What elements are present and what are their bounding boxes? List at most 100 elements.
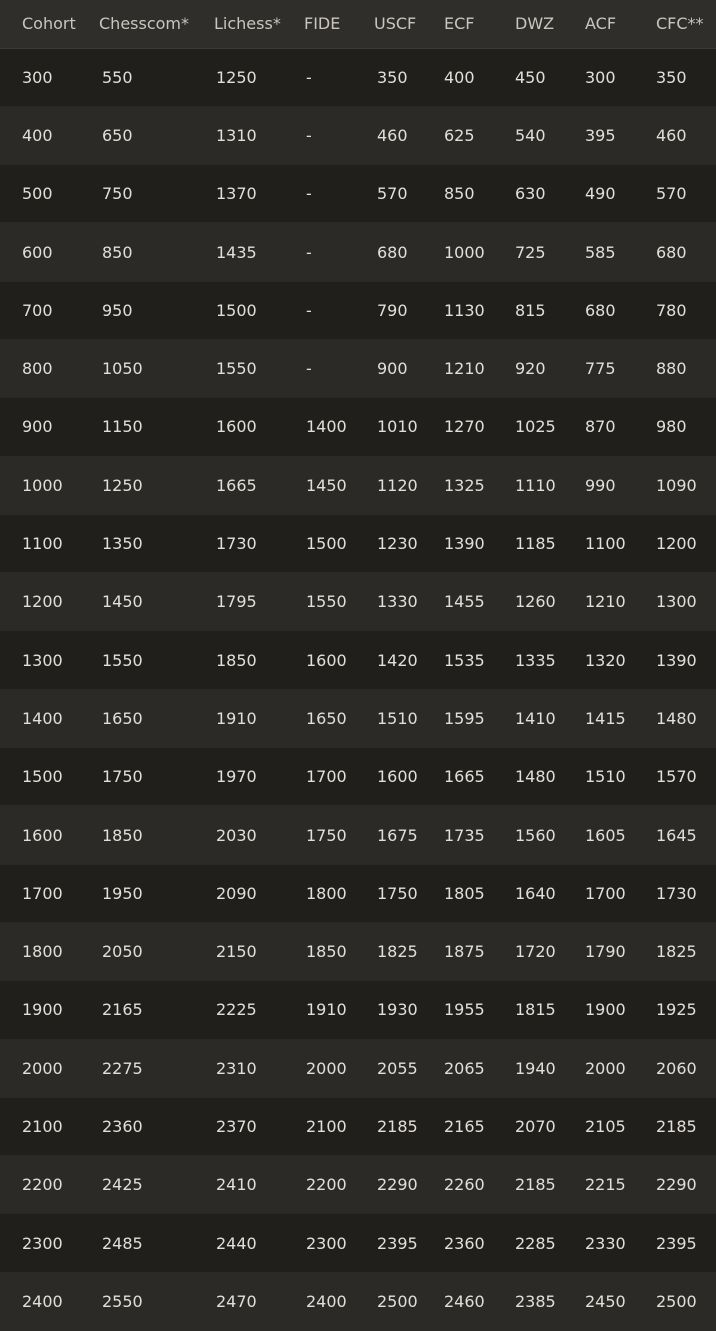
cell-acf: 2330 [582, 1213, 652, 1273]
column-header-dwz[interactable]: DWZ [512, 0, 582, 49]
cell-dwz: 1560 [512, 805, 582, 865]
cell-uscf: 1825 [374, 921, 441, 981]
cell-uscf: 1330 [374, 572, 441, 631]
cell-lichess: 1665 [213, 455, 303, 515]
cell-acf: 1415 [582, 688, 652, 748]
cell-uscf: 1600 [374, 747, 441, 806]
cell-cohort: 2000 [0, 1038, 99, 1098]
column-header-acf[interactable]: ACF [582, 0, 652, 49]
column-header-lichess[interactable]: Lichess* [213, 0, 303, 49]
cell-dwz: 540 [512, 105, 582, 165]
cell-cohort: 600 [0, 222, 99, 282]
cell-uscf: 1675 [374, 805, 441, 865]
cell-chesscom: 1450 [99, 572, 213, 631]
cell-chesscom: 2425 [99, 1155, 213, 1214]
rating-conversion-table: Cohort Chesscom* Lichess* FIDE USCF ECF … [0, 0, 716, 1331]
table-row: 800 1050 1550-900 1210 920 775 880 [0, 338, 716, 398]
cell-lichess: 2150 [213, 921, 303, 981]
cell-acf: 990 [582, 455, 652, 515]
cell-cohort: 1400 [0, 688, 99, 748]
cell-cohort: 500 [0, 164, 99, 223]
cell-uscf: 2395 [374, 1213, 441, 1273]
table-header: Cohort Chesscom* Lichess* FIDE USCF ECF … [0, 0, 716, 49]
cell-cohort: 1500 [0, 747, 99, 806]
cell-cohort: 900 [0, 397, 99, 457]
cell-cfc: 1925 [652, 980, 716, 1040]
cell-cfc: 2500 [652, 1271, 716, 1331]
cell-acf: 395 [582, 105, 652, 165]
cell-uscf: 1930 [374, 980, 441, 1040]
table-row: 2200 2425 2410 2200 2290 2260 2185 2215 2290 [0, 1155, 716, 1214]
column-header-cohort[interactable]: Cohort [0, 0, 99, 49]
cell-dwz: 1260 [512, 572, 582, 631]
cell-lichess: 1500 [213, 280, 303, 340]
table-row: 1800 2050 2150 1850 1825 1875 1720 1790 1825 [0, 921, 716, 981]
cell-cohort: 1100 [0, 513, 99, 573]
table-row: 1000 1250 1665 1450 1120 1325 1110 990 1090 [0, 455, 716, 515]
table-row: 1700 1950 2090 1800 1750 1805 1640 1700 1730 [0, 863, 716, 923]
column-header-chesscom[interactable]: Chesscom* [99, 0, 213, 49]
column-header-cfc[interactable]: CFC** [652, 0, 716, 49]
cell-dwz: 1640 [512, 863, 582, 923]
cell-cohort: 700 [0, 280, 99, 340]
cell-cfc: 1645 [652, 805, 716, 865]
cell-dwz: 1815 [512, 980, 582, 1040]
cell-fide: - [303, 338, 374, 398]
cell-dwz: 1335 [512, 630, 582, 690]
cell-lichess: 1250 [213, 47, 303, 107]
cell-chesscom: 2550 [99, 1271, 213, 1331]
cell-lichess: 1310 [213, 105, 303, 165]
cell-dwz: 725 [512, 222, 582, 282]
cell-ecf: 1325 [441, 455, 512, 515]
cell-dwz: 1185 [512, 513, 582, 573]
cell-ecf: 850 [441, 164, 512, 223]
cell-ecf: 2460 [441, 1271, 512, 1331]
column-header-fide[interactable]: FIDE [303, 0, 374, 49]
cell-cfc: 2185 [652, 1096, 716, 1156]
cell-dwz: 1110 [512, 455, 582, 515]
cell-dwz: 630 [512, 164, 582, 223]
cell-fide: 1600 [303, 630, 374, 690]
cell-chesscom: 550 [99, 47, 213, 107]
cell-uscf: 1230 [374, 513, 441, 573]
cell-cfc: 1730 [652, 863, 716, 923]
cell-cohort: 2300 [0, 1213, 99, 1273]
cell-dwz: 1025 [512, 397, 582, 457]
cell-lichess: 2370 [213, 1096, 303, 1156]
table-row: 2000 2275 2310 2000 2055 2065 1940 2000 2060 [0, 1038, 716, 1098]
column-header-uscf[interactable]: USCF [374, 0, 441, 49]
cell-lichess: 1970 [213, 747, 303, 806]
rating-conversion-table-container: Cohort Chesscom* Lichess* FIDE USCF ECF … [0, 0, 716, 1331]
cell-uscf: 1420 [374, 630, 441, 690]
cell-ecf: 2260 [441, 1155, 512, 1214]
column-header-ecf[interactable]: ECF [441, 0, 512, 49]
cell-chesscom: 750 [99, 164, 213, 223]
cell-ecf: 2165 [441, 1096, 512, 1156]
cell-fide: 2400 [303, 1271, 374, 1331]
cell-lichess: 2440 [213, 1213, 303, 1273]
cell-acf: 2450 [582, 1271, 652, 1331]
cell-uscf: 1750 [374, 863, 441, 923]
cell-acf: 1100 [582, 513, 652, 573]
cell-acf: 1790 [582, 921, 652, 981]
cell-acf: 300 [582, 47, 652, 107]
cell-acf: 870 [582, 397, 652, 457]
cell-dwz: 2070 [512, 1096, 582, 1156]
cell-dwz: 2285 [512, 1213, 582, 1273]
cell-cfc: 680 [652, 222, 716, 282]
cell-cfc: 570 [652, 164, 716, 223]
cell-ecf: 1390 [441, 513, 512, 573]
cell-cohort: 2400 [0, 1271, 99, 1331]
table-row: 300 550 1250-350 400 450 300 350 [0, 47, 716, 107]
cell-fide: 1850 [303, 921, 374, 981]
cell-cfc: 1390 [652, 630, 716, 690]
cell-uscf: 680 [374, 222, 441, 282]
cell-uscf: 900 [374, 338, 441, 398]
cell-chesscom: 2275 [99, 1038, 213, 1098]
cell-chesscom: 1650 [99, 688, 213, 748]
cell-acf: 1900 [582, 980, 652, 1040]
cell-ecf: 1875 [441, 921, 512, 981]
cell-acf: 1605 [582, 805, 652, 865]
cell-acf: 1210 [582, 572, 652, 631]
cell-uscf: 2500 [374, 1271, 441, 1331]
